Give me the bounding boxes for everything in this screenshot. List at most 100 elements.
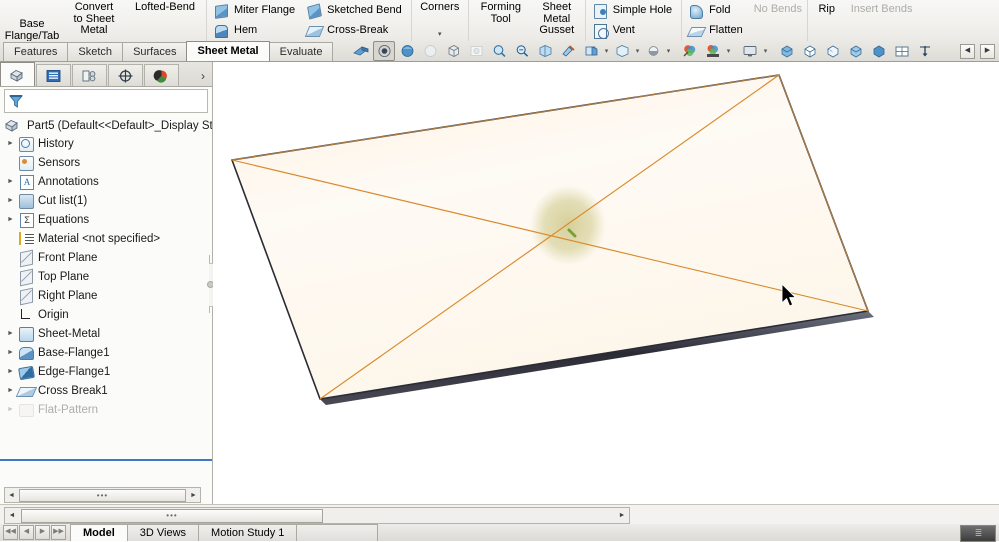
hide-show-items-icon[interactable] xyxy=(465,41,487,61)
previous-view-icon[interactable] xyxy=(373,41,395,61)
tree-horizontal-scrollbar[interactable]: ◄ ••• ► xyxy=(4,487,201,503)
sheet-metal-gusset-button[interactable]: Sheet Metal Gusset xyxy=(531,0,583,41)
cross-break-button[interactable]: Cross-Break xyxy=(304,22,407,39)
tree-item-origin[interactable]: Origin xyxy=(0,305,212,324)
expand-arrow-icon[interactable]: ► xyxy=(4,349,17,356)
tree-item-cut-list-1[interactable]: ► Cut list(1) xyxy=(0,191,212,210)
zoom-in-out-icon[interactable] xyxy=(511,41,533,61)
tree-item-edge-flange1[interactable]: ► Edge-Flange1 xyxy=(0,362,212,381)
panel-expand-arrow[interactable]: › xyxy=(201,69,212,86)
bottom-tab-motion-study[interactable]: Motion Study 1 xyxy=(198,524,298,541)
tree-item-base-flange1[interactable]: ► Base-Flange1 xyxy=(0,343,212,362)
view-settings-dropdown-arrow[interactable]: ▾ xyxy=(634,47,641,55)
expand-arrow-icon[interactable]: ► xyxy=(4,140,17,147)
display-manager-tab[interactable] xyxy=(144,64,179,86)
iso-view-icon[interactable] xyxy=(776,41,798,61)
section-plane-icon[interactable] xyxy=(914,41,936,61)
tab-sketch[interactable]: Sketch xyxy=(67,42,124,61)
bottom-tab-model[interactable]: Model xyxy=(70,524,128,541)
tree-item-front-plane[interactable]: Front Plane xyxy=(0,248,212,268)
expand-arrow-icon[interactable]: ► xyxy=(4,387,17,394)
tree-scroll-right-arrow[interactable]: ► xyxy=(187,492,200,499)
tree-scroll-left-arrow[interactable]: ◄ xyxy=(5,492,18,499)
tree-item-right-plane[interactable]: Right Plane xyxy=(0,286,212,306)
miter-flange-button[interactable]: Miter Flange xyxy=(211,2,300,20)
tab-prev-button[interactable]: ◀ xyxy=(19,525,34,540)
feature-manager-tab[interactable] xyxy=(0,62,35,86)
rotate-view-icon[interactable] xyxy=(534,41,556,61)
tree-item-sensors[interactable]: Sensors xyxy=(0,153,212,172)
tree-item-material-not-specified[interactable]: Material <not specified> xyxy=(0,229,212,248)
tree-item-history[interactable]: ► History xyxy=(0,134,212,153)
display-style-icon[interactable] xyxy=(442,41,464,61)
expand-arrow-icon[interactable]: ► xyxy=(4,368,17,375)
hem-button[interactable]: Hem xyxy=(211,22,300,39)
hidden-lines-view-icon[interactable] xyxy=(822,41,844,61)
toolbar-scroll-right-button[interactable]: ▶ xyxy=(980,43,995,59)
model-view[interactable] xyxy=(213,62,999,505)
tree-scroll-thumb[interactable]: ••• xyxy=(19,488,186,502)
base-flange-tab-button[interactable]: base-flange-icon BaseFlange/Tab xyxy=(2,0,62,41)
wireframe-view-icon[interactable] xyxy=(799,41,821,61)
tab-surfaces[interactable]: Surfaces xyxy=(122,42,188,61)
sketched-bend-button[interactable]: Sketched Bend xyxy=(304,2,407,20)
convert-to-sheet-metal-button[interactable]: Convert to Sheet Metal xyxy=(62,0,126,41)
tree-item-top-plane[interactable]: Top Plane xyxy=(0,267,212,287)
apply-scene-dropdown-arrow[interactable]: ▾ xyxy=(603,47,610,55)
forming-tool-button[interactable]: Forming Tool xyxy=(471,0,531,41)
tree-item-equations[interactable]: ► Σ Equations xyxy=(0,210,212,229)
graphics-area[interactable]: X Y Z xyxy=(213,62,999,505)
expand-arrow-icon[interactable]: ► xyxy=(4,216,17,223)
display-monitor-icon[interactable] xyxy=(739,41,761,61)
edit-appearance-icon[interactable] xyxy=(557,41,579,61)
expand-arrow-icon[interactable]: ► xyxy=(4,406,17,413)
tab-first-button[interactable]: ◀◀ xyxy=(3,525,18,540)
expand-arrow-icon[interactable]: ► xyxy=(4,330,17,337)
display-monitor-dropdown-arrow[interactable]: ▾ xyxy=(762,47,769,55)
hscroll-thumb[interactable]: ••• xyxy=(21,508,323,523)
configuration-manager-tab[interactable] xyxy=(72,64,107,86)
hscroll-right-arrow[interactable]: ► xyxy=(615,512,629,519)
simple-hole-button[interactable]: Simple Hole xyxy=(590,2,677,20)
scene-icon[interactable] xyxy=(702,41,724,61)
vent-button[interactable]: Vent xyxy=(590,22,677,39)
expand-arrow-icon[interactable]: ► xyxy=(4,197,17,204)
expand-arrow-icon[interactable]: ► xyxy=(4,178,17,185)
toolbar-scroll-left-button[interactable]: ◀ xyxy=(960,43,975,59)
flatten-button[interactable]: Flatten xyxy=(686,22,748,39)
property-manager-tab[interactable] xyxy=(36,64,71,86)
bottom-tab-3d-views[interactable]: 3D Views xyxy=(126,524,200,541)
graphics-horizontal-scrollbar[interactable]: ◄ ••• ► xyxy=(4,507,630,524)
tree-item-flat-pattern[interactable]: ► Flat-Pattern xyxy=(0,400,212,419)
tab-evaluate[interactable]: Evaluate xyxy=(268,42,334,61)
tab-sheet-metal[interactable]: Sheet Metal xyxy=(186,41,270,61)
shaded-edges-view-icon[interactable] xyxy=(845,41,867,61)
perspective-icon[interactable] xyxy=(642,41,664,61)
tree-item-cross-break1[interactable]: ► Cross Break1 xyxy=(0,381,212,400)
tab-features[interactable]: Features xyxy=(3,42,69,61)
tab-last-button[interactable]: ▶▶ xyxy=(51,525,66,540)
rip-button[interactable]: Rip xyxy=(812,2,845,17)
scene-dropdown-arrow[interactable]: ▾ xyxy=(725,47,732,55)
tab-next-button[interactable]: ▶ xyxy=(35,525,50,540)
fold-button[interactable]: Fold xyxy=(686,2,748,20)
perspective-dropdown-arrow[interactable]: ▾ xyxy=(665,47,672,55)
zoom-to-fit-icon[interactable] xyxy=(350,41,372,61)
view-settings-icon[interactable] xyxy=(611,41,633,61)
grid-icon[interactable] xyxy=(891,41,913,61)
dimxpert-manager-tab[interactable] xyxy=(108,64,143,86)
tree-item-annotations[interactable]: ► A Annotations xyxy=(0,172,212,191)
status-corner-badge[interactable]: ≣ xyxy=(960,525,996,542)
tree-filter-bar[interactable] xyxy=(4,89,208,113)
tree-root-part[interactable]: Part5 (Default<<Default>_Display State xyxy=(0,117,212,134)
lofted-bend-button[interactable]: Lofted-Bend xyxy=(126,0,204,41)
chevron-down-icon[interactable]: ▾ xyxy=(438,31,442,38)
tree-filter-input[interactable] xyxy=(27,91,207,111)
view-orientation-sphere-icon[interactable] xyxy=(419,41,441,61)
appearances-icon[interactable] xyxy=(679,41,701,61)
corners-button[interactable]: Corners ▾ xyxy=(414,0,466,41)
zoom-area-icon[interactable] xyxy=(488,41,510,61)
section-view-icon[interactable] xyxy=(396,41,418,61)
apply-scene-icon[interactable] xyxy=(580,41,602,61)
shaded-view-icon[interactable] xyxy=(868,41,890,61)
